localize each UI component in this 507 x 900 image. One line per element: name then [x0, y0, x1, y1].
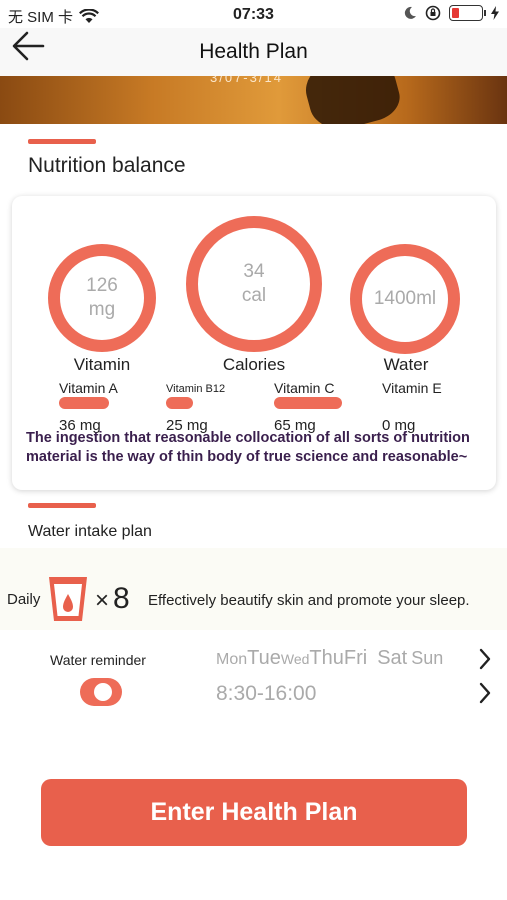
vitamin-c-bar	[274, 397, 342, 409]
day-mon: Mon	[216, 651, 248, 668]
nutrition-title: Nutrition balance	[28, 154, 186, 177]
water-cup-icon	[49, 577, 87, 621]
charging-icon	[491, 6, 499, 20]
battery-icon	[449, 5, 486, 21]
health-plan-screen: 无 SIM 卡 07:33 Health Plan 3/07-3/14 Nutr…	[0, 0, 507, 900]
nav-bar: Health Plan	[0, 28, 507, 76]
calories-ring-value: 34	[243, 261, 265, 282]
daily-label: Daily	[7, 591, 41, 608]
cup-count: × 8	[95, 582, 130, 616]
day-fri: Fri	[343, 647, 368, 669]
calories-ring: 34 cal	[186, 216, 322, 352]
day-thu: Thu	[309, 647, 344, 669]
vitamin-ring: 126 mg	[48, 244, 156, 352]
water-accent-bar	[28, 503, 96, 508]
vitamin-c-name: Vitamin C	[274, 380, 335, 396]
cup-count-value: 8	[113, 582, 130, 615]
vitamin-b12-name: Vitamin B12	[166, 383, 226, 395]
vitamin-ring-value: 126	[86, 275, 118, 296]
nutrition-note: The ingestion that reasonable collocatio…	[26, 430, 470, 465]
status-bar: 无 SIM 卡 07:33	[0, 0, 507, 30]
time-chevron-right-icon[interactable]	[478, 682, 492, 704]
runner-silhouette	[299, 76, 405, 124]
calories-ring-label: Calories	[222, 355, 286, 374]
toggle-knob	[94, 683, 112, 701]
water-ring-label: Water	[383, 355, 429, 374]
water-ring-value: 1400ml	[373, 288, 437, 309]
vitamin-a-name: Vitamin A	[59, 380, 118, 396]
times-symbol: ×	[95, 587, 110, 614]
days-chevron-right-icon[interactable]	[478, 648, 492, 670]
moon-icon	[404, 6, 416, 19]
day-sat: Sat	[377, 647, 408, 669]
day-sun: Sun	[411, 648, 444, 668]
enter-health-plan-button[interactable]: Enter Health Plan	[41, 779, 467, 846]
water-plan-title: Water intake plan	[28, 523, 152, 540]
page-title: Health Plan	[199, 40, 308, 63]
day-wed: Wed	[280, 651, 310, 667]
nutrition-accent-bar	[28, 139, 96, 144]
nutrition-card: 126 mg Vitamin 34 cal Calories 1400ml Wa…	[12, 196, 496, 490]
vitamin-b12-bar	[166, 397, 193, 409]
vitamin-ring-label: Vitamin	[73, 355, 131, 374]
day-tue: Tue	[247, 647, 281, 669]
calories-ring-unit: cal	[241, 285, 267, 306]
vitamin-a-bar	[59, 397, 109, 409]
water-benefit-text: Effectively beautify skin and promote yo…	[148, 592, 470, 609]
banner-image: 3/07-3/14	[0, 76, 507, 124]
vitamin-e-name: Vitamin E	[382, 380, 442, 396]
reminder-time-range[interactable]: 8:30-16:00	[216, 682, 316, 706]
banner-date: 3/07-3/14	[210, 76, 283, 85]
rotation-lock-icon	[425, 5, 441, 21]
reminder-days[interactable]: Mon Tue Wed Thu Fri Sat Sun	[216, 647, 443, 670]
water-reminder-toggle[interactable]	[80, 678, 122, 706]
water-reminder-label: Water reminder	[50, 652, 146, 668]
water-ring: 1400ml	[350, 244, 460, 354]
vitamin-ring-unit: mg	[88, 299, 116, 320]
status-right	[403, 5, 499, 21]
